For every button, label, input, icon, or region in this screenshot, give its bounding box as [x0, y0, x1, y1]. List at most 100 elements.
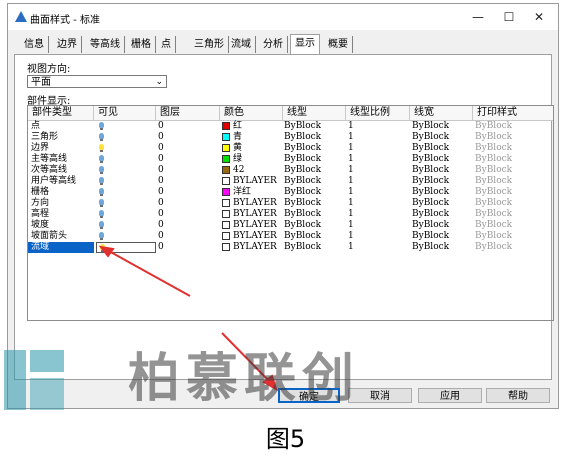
linetype-value[interactable]: ByBlock: [284, 176, 321, 187]
tab-grid[interactable]: 栅格: [127, 36, 156, 53]
component-name[interactable]: 用户等高线: [31, 176, 76, 187]
lineweight-value[interactable]: ByBlock: [412, 154, 449, 165]
component-name[interactable]: 三角形: [31, 132, 58, 143]
apply-button[interactable]: 应用: [418, 388, 482, 403]
plot-style-value[interactable]: ByBlock: [475, 187, 512, 198]
table-row[interactable]: 三角形 0 青 ByBlock 1 ByBlock ByBlock: [28, 132, 553, 143]
color-value[interactable]: 42: [222, 165, 244, 176]
layer-value[interactable]: 0: [158, 121, 164, 132]
plot-style-value[interactable]: ByBlock: [475, 165, 512, 176]
component-name[interactable]: 方向: [31, 198, 49, 209]
linetype-scale-value[interactable]: 1: [348, 220, 354, 231]
linetype-value[interactable]: ByBlock: [284, 154, 321, 165]
visibility-bulb-icon[interactable]: [96, 242, 156, 253]
layer-value[interactable]: 0: [158, 220, 164, 231]
layer-value[interactable]: 0: [158, 198, 164, 209]
component-name[interactable]: 边界: [31, 143, 49, 154]
col-linetype-scale[interactable]: 线型比例: [346, 106, 410, 120]
linetype-value[interactable]: ByBlock: [284, 198, 321, 209]
table-row[interactable]: 用户等高线 0 BYLAYER ByBlock 1 ByBlock ByBlock: [28, 176, 553, 187]
close-button[interactable]: ✕: [524, 8, 554, 26]
plot-style-value[interactable]: ByBlock: [475, 209, 512, 220]
plot-style-value[interactable]: ByBlock: [475, 154, 512, 165]
visibility-bulb-icon[interactable]: [96, 209, 108, 220]
lineweight-value[interactable]: ByBlock: [412, 132, 449, 143]
table-row[interactable]: 点 0 红 ByBlock 1 ByBlock ByBlock: [28, 121, 553, 132]
linetype-scale-value[interactable]: 1: [348, 198, 354, 209]
linetype-value[interactable]: ByBlock: [284, 132, 321, 143]
lineweight-value[interactable]: ByBlock: [412, 165, 449, 176]
table-row[interactable]: 方向 0 BYLAYER ByBlock 1 ByBlock ByBlock: [28, 198, 553, 209]
linetype-scale-value[interactable]: 1: [348, 121, 354, 132]
lineweight-value[interactable]: ByBlock: [412, 143, 449, 154]
visibility-bulb-icon[interactable]: [96, 143, 108, 154]
view-direction-select[interactable]: 平面 ⌄: [27, 75, 167, 88]
lineweight-value[interactable]: ByBlock: [412, 220, 449, 231]
tab-points[interactable]: 点: [157, 36, 176, 53]
color-value[interactable]: BYLAYER: [222, 176, 277, 187]
layer-value[interactable]: 0: [158, 187, 164, 198]
visibility-bulb-icon[interactable]: [96, 198, 108, 209]
layer-value[interactable]: 0: [158, 209, 164, 220]
table-row[interactable]: 次等高线 0 42 ByBlock 1 ByBlock ByBlock: [28, 165, 553, 176]
plot-style-value[interactable]: ByBlock: [475, 143, 512, 154]
linetype-scale-value[interactable]: 1: [348, 143, 354, 154]
table-row[interactable]: 坡面箭头 0 BYLAYER ByBlock 1 ByBlock ByBlock: [28, 231, 553, 242]
color-value[interactable]: BYLAYER: [222, 209, 277, 220]
color-value[interactable]: BYLAYER: [222, 242, 277, 253]
table-row[interactable]: 高程 0 BYLAYER ByBlock 1 ByBlock ByBlock: [28, 209, 553, 220]
linetype-scale-value[interactable]: 1: [348, 209, 354, 220]
visibility-bulb-icon[interactable]: [96, 154, 108, 165]
tab-contours[interactable]: 等高线: [86, 36, 125, 53]
tab-display[interactable]: 显示: [290, 34, 320, 54]
lineweight-value[interactable]: ByBlock: [412, 198, 449, 209]
table-row[interactable]: 边界 0 黄 ByBlock 1 ByBlock ByBlock: [28, 143, 553, 154]
component-name[interactable]: 坡度: [31, 220, 49, 231]
component-name[interactable]: 主等高线: [31, 154, 67, 165]
linetype-scale-value[interactable]: 1: [348, 176, 354, 187]
linetype-value[interactable]: ByBlock: [284, 143, 321, 154]
help-button[interactable]: 帮助: [486, 388, 550, 403]
col-color[interactable]: 颜色: [220, 106, 283, 120]
plot-style-value[interactable]: ByBlock: [475, 176, 512, 187]
lineweight-value[interactable]: ByBlock: [412, 242, 449, 253]
maximize-button[interactable]: ☐: [494, 8, 524, 26]
col-visible[interactable]: 可见: [94, 106, 156, 120]
visibility-bulb-icon[interactable]: [96, 132, 108, 143]
col-linetype[interactable]: 线型: [283, 106, 346, 120]
plot-style-value[interactable]: ByBlock: [475, 242, 512, 253]
linetype-scale-value[interactable]: 1: [348, 154, 354, 165]
color-value[interactable]: BYLAYER: [222, 231, 277, 242]
visibility-bulb-icon[interactable]: [96, 176, 108, 187]
table-row[interactable]: 坡度 0 BYLAYER ByBlock 1 ByBlock ByBlock: [28, 220, 553, 231]
color-value[interactable]: 洋红: [222, 187, 251, 198]
lineweight-value[interactable]: ByBlock: [412, 209, 449, 220]
tab-triangles[interactable]: 三角形: [190, 36, 229, 53]
col-plot-style[interactable]: 打印样式: [473, 106, 553, 120]
visibility-bulb-icon[interactable]: [96, 187, 108, 198]
tab-watersheds[interactable]: 流域: [227, 36, 256, 53]
linetype-scale-value[interactable]: 1: [348, 242, 354, 253]
lineweight-value[interactable]: ByBlock: [412, 231, 449, 242]
table-row[interactable]: 主等高线 0 绿 ByBlock 1 ByBlock ByBlock: [28, 154, 553, 165]
layer-value[interactable]: 0: [158, 242, 164, 253]
linetype-value[interactable]: ByBlock: [284, 187, 321, 198]
minimize-button[interactable]: —: [463, 8, 493, 26]
visibility-bulb-icon[interactable]: [96, 220, 108, 231]
linetype-scale-value[interactable]: 1: [348, 187, 354, 198]
table-row[interactable]: 流域 0 BYLAYER ByBlock 1 ByBlock ByBlock: [28, 242, 553, 253]
component-name[interactable]: 次等高线: [31, 165, 67, 176]
tab-analysis[interactable]: 分析: [259, 36, 288, 53]
color-value[interactable]: 黄: [222, 143, 242, 154]
tab-summary[interactable]: 概要: [324, 36, 353, 53]
table-row[interactable]: 栅格 0 洋红 ByBlock 1 ByBlock ByBlock: [28, 187, 553, 198]
linetype-value[interactable]: ByBlock: [284, 209, 321, 220]
component-name[interactable]: 坡面箭头: [31, 231, 67, 242]
plot-style-value[interactable]: ByBlock: [475, 121, 512, 132]
linetype-value[interactable]: ByBlock: [284, 231, 321, 242]
component-name[interactable]: 点: [31, 121, 40, 132]
component-name[interactable]: 流域: [28, 242, 94, 253]
layer-value[interactable]: 0: [158, 231, 164, 242]
layer-value[interactable]: 0: [158, 165, 164, 176]
lineweight-value[interactable]: ByBlock: [412, 176, 449, 187]
